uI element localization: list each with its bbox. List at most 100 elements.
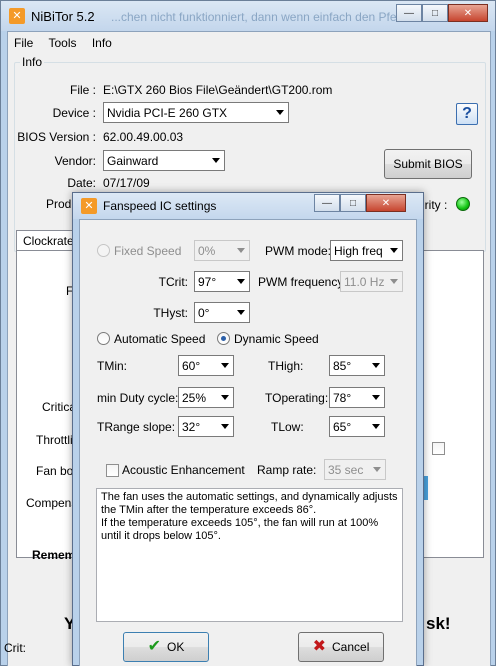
tcrit-value: 97°: [198, 274, 217, 289]
trange-slope-value: 32°: [182, 419, 201, 434]
description-line-3: If the temperature exceeds 105°, the fan…: [101, 517, 379, 529]
tcrit-select[interactable]: 97°: [194, 271, 250, 292]
chevron-down-icon: [390, 248, 398, 253]
close-button[interactable]: ✕: [448, 4, 488, 22]
thyst-label: THyst:: [153, 306, 188, 320]
automatic-speed-radio[interactable]: [97, 332, 110, 345]
cancel-button-label: Cancel: [332, 640, 370, 654]
menu-info[interactable]: Info: [92, 36, 112, 50]
thigh-value: 85°: [333, 358, 352, 373]
main-title: NiBiTor 5.2: [31, 9, 95, 24]
min-duty-cycle-value: 25%: [182, 390, 207, 405]
pwm-frequency-value: 11.0 Hz: [344, 274, 385, 289]
tmin-label: TMin:: [97, 359, 127, 373]
chevron-down-icon: [390, 279, 398, 284]
trange-slope-label: TRange slope:: [97, 420, 176, 434]
ramp-rate-value: 35 sec: [328, 462, 364, 477]
side-label-compensation: Compens: [26, 496, 78, 510]
vendor-select[interactable]: Gainward: [103, 150, 225, 171]
chevron-down-icon: [221, 395, 229, 400]
integrity-status-icon: [456, 197, 470, 211]
app-icon: ✕: [9, 8, 25, 24]
remember-label: Remem: [32, 548, 76, 562]
automatic-speed-label: Automatic Speed: [114, 332, 206, 346]
tlow-value: 65°: [333, 419, 352, 434]
dialog-titlebar[interactable]: ✕ Fanspeed IC settings — □ ✕: [73, 193, 423, 219]
pwm-mode-select[interactable]: High freq: [330, 240, 403, 261]
description-line-4: until it drops below 105°.: [101, 530, 221, 542]
chevron-down-icon: [237, 279, 245, 284]
dialog-title: Fanspeed IC settings: [103, 199, 217, 213]
minimize-button[interactable]: —: [396, 4, 422, 22]
chevron-down-icon: [221, 363, 229, 368]
chevron-down-icon: [373, 467, 381, 472]
thigh-select[interactable]: 85°: [329, 355, 385, 376]
background-ghost-text: ...chen nicht funktionniert, dann wenn e…: [111, 10, 412, 24]
toperating-select[interactable]: 78°: [329, 387, 385, 408]
chevron-down-icon: [276, 110, 284, 115]
cancel-x-icon: ✖: [312, 638, 327, 655]
pwm-mode-label: PWM mode:: [265, 244, 332, 258]
tlow-select[interactable]: 65°: [329, 416, 385, 437]
trange-slope-select[interactable]: 32°: [178, 416, 234, 437]
device-value: Nvidia PCI-E 260 GTX: [107, 105, 228, 120]
acoustic-enhancement-label: Acoustic Enhancement: [122, 463, 245, 477]
bios-version-value: 62.00.49.00.03: [103, 130, 184, 144]
menu-file[interactable]: File: [14, 36, 33, 50]
toperating-value: 78°: [333, 390, 352, 405]
acoustic-enhancement-checkbox[interactable]: [106, 464, 119, 477]
thyst-value: 0°: [198, 305, 210, 320]
description-textarea[interactable]: The fan uses the automatic settings, and…: [96, 488, 403, 622]
dialog-maximize-button[interactable]: □: [340, 194, 366, 212]
fixed-speed-value: 0%: [198, 243, 216, 258]
date-label: Date:: [67, 176, 96, 190]
chevron-down-icon: [372, 424, 380, 429]
toperating-label: TOperating:: [265, 391, 329, 405]
submit-bios-button[interactable]: Submit BIOS: [384, 149, 472, 179]
maximize-button[interactable]: □: [422, 4, 448, 22]
main-titlebar[interactable]: ✕ NiBiTor 5.2 ...chen nicht funktionnier…: [1, 1, 495, 31]
checkmark-icon: ✔: [147, 638, 162, 655]
tmin-select[interactable]: 60°: [178, 355, 234, 376]
fixed-speed-radio[interactable]: [97, 244, 110, 257]
date-value: 07/17/09: [103, 176, 150, 190]
thyst-select[interactable]: 0°: [194, 302, 250, 323]
info-group-title: Info: [20, 55, 45, 69]
pwm-frequency-label: PWM frequency:: [258, 275, 347, 289]
pwm-frequency-select[interactable]: 11.0 Hz: [340, 271, 403, 292]
bottom-right-text: sk!: [426, 614, 451, 633]
menu-tools[interactable]: Tools: [48, 36, 76, 50]
menubar: File Tools Info: [14, 36, 124, 50]
file-label: File :: [69, 83, 96, 97]
tcrit-label: TCrit:: [158, 275, 188, 289]
help-button[interactable]: ?: [456, 103, 478, 125]
chevron-down-icon: [372, 395, 380, 400]
fanspeed-dialog: ✕ Fanspeed IC settings — □ ✕ Fixed Speed…: [72, 192, 424, 666]
min-duty-cycle-select[interactable]: 25%: [178, 387, 234, 408]
dialog-close-button[interactable]: ✕: [366, 194, 406, 212]
description-line-2: the TMin after the temperature exceeds 8…: [101, 504, 317, 516]
tlow-label: TLow:: [271, 420, 304, 434]
tmin-value: 60°: [182, 358, 201, 373]
dialog-minimize-button[interactable]: —: [314, 194, 340, 212]
fixed-speed-select[interactable]: 0%: [194, 240, 250, 261]
right-checkbox[interactable]: [432, 442, 445, 455]
chevron-down-icon: [221, 424, 229, 429]
file-path-value: E:\GTX 260 Bios File\Geändert\GT200.rom: [103, 83, 333, 97]
vendor-value: Gainward: [107, 153, 159, 168]
dialog-app-icon: ✕: [81, 198, 97, 214]
bios-version-label: BIOS Version :: [17, 130, 96, 144]
chevron-down-icon: [372, 363, 380, 368]
ok-button-label: OK: [167, 640, 185, 654]
ok-button[interactable]: ✔ OK: [123, 632, 209, 662]
dynamic-speed-radio[interactable]: [217, 332, 230, 345]
chevron-down-icon: [237, 310, 245, 315]
description-line-1: The fan uses the automatic settings, and…: [101, 491, 398, 503]
ramp-rate-select[interactable]: 35 sec: [324, 459, 386, 480]
fixed-speed-label: Fixed Speed: [114, 244, 182, 258]
cancel-button[interactable]: ✖ Cancel: [298, 632, 384, 662]
thigh-label: THigh:: [268, 359, 304, 373]
min-duty-cycle-label: min Duty cycle:: [97, 391, 179, 405]
ramp-rate-label: Ramp rate:: [257, 463, 317, 477]
device-select[interactable]: Nvidia PCI-E 260 GTX: [103, 102, 289, 123]
